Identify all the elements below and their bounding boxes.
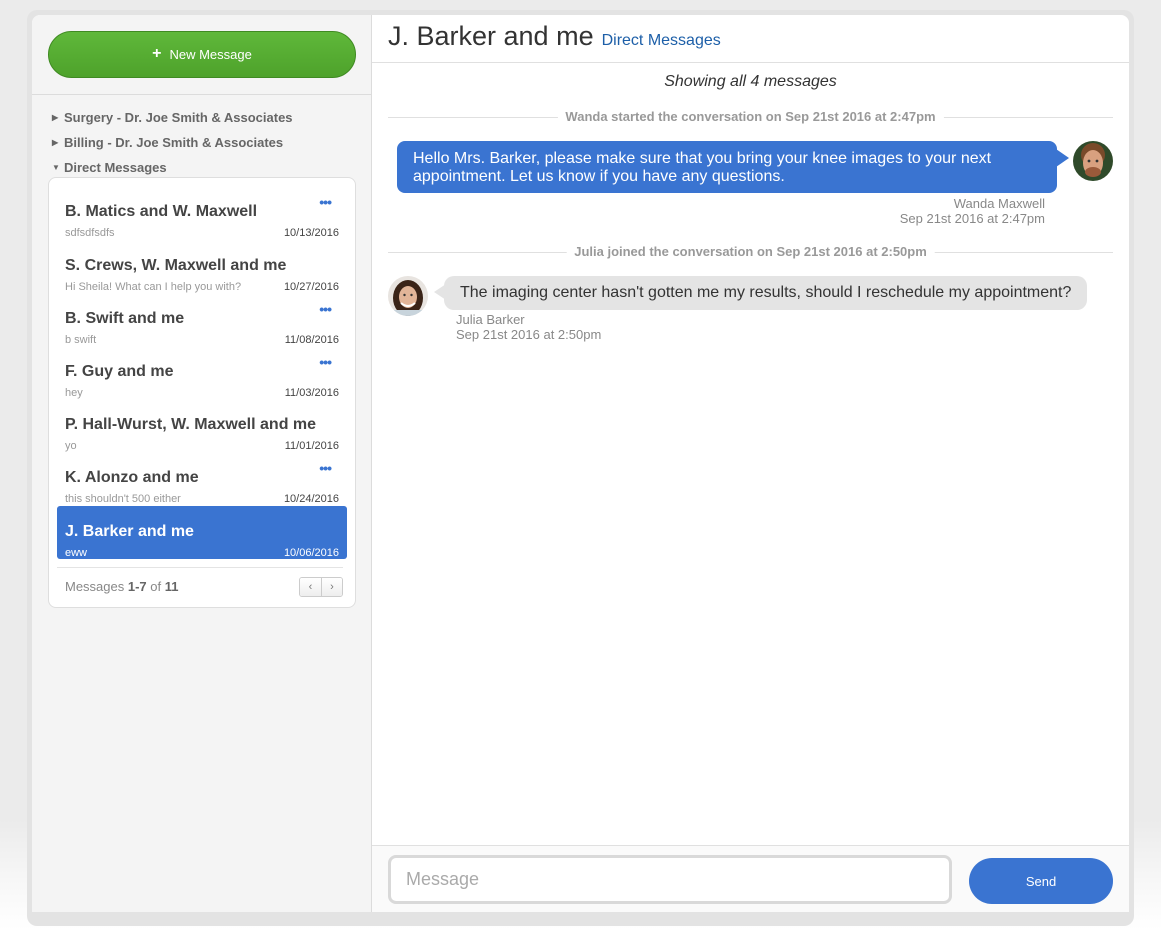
pager-range: 1-7: [127, 579, 147, 594]
caret-down-icon: ▼: [52, 163, 60, 172]
caret-right-icon: ▶: [52, 138, 59, 147]
message-count: Showing all 4 messages: [664, 73, 837, 90]
message-time: Sep 21st 2016 at 2:47pm: [899, 211, 1045, 226]
conversation-date: 11/08/2016: [284, 334, 339, 346]
conversation-name: K. Alonzo and me: [65, 469, 199, 486]
conversation-name: F. Guy and me: [65, 363, 174, 380]
conversation-name: B. Swift and me: [65, 310, 185, 327]
pager-divider: [57, 567, 343, 568]
folder-label: Direct Messages: [64, 160, 167, 175]
system-event: Julia joined the conversation on Sep 21s…: [388, 244, 1113, 260]
new-message-label: New Message: [169, 47, 252, 62]
avatar-julia: [388, 276, 428, 316]
page-title: J. Barker and me: [388, 21, 594, 51]
pager-total: 11: [164, 579, 179, 594]
conversation-view: J. Barker and me Direct Messages Showing…: [372, 15, 1129, 912]
new-message-button[interactable]: + New Message: [48, 31, 356, 78]
folder-label: Surgery - Dr. Joe Smith & Associates: [64, 110, 293, 125]
system-event-text: Wanda started the conversation on Sep 21…: [557, 109, 944, 124]
folder-list: ▶ Surgery - Dr. Joe Smith & Associates ▶…: [52, 105, 293, 180]
conversation-preview: yo: [65, 440, 77, 452]
conversation-preview: hey: [65, 387, 83, 399]
folder-billing[interactable]: ▶ Billing - Dr. Joe Smith & Associates: [52, 130, 293, 155]
more-options-icon[interactable]: •••: [319, 302, 332, 316]
message-author: Julia Barker: [456, 312, 525, 327]
conversation-item-selected[interactable]: J. Barker and me eww 10/06/2016: [57, 506, 347, 559]
folder-surgery[interactable]: ▶ Surgery - Dr. Joe Smith & Associates: [52, 105, 293, 130]
next-page-button[interactable]: ›: [321, 578, 342, 596]
conversation-header: J. Barker and me Direct Messages: [372, 15, 1129, 63]
pager-buttons: ‹ ›: [299, 577, 343, 597]
message-input[interactable]: [388, 855, 952, 904]
conversation-name: B. Matics and W. Maxwell: [65, 203, 258, 220]
conversation-date: 10/06/2016: [283, 547, 339, 559]
folder-label: Billing - Dr. Joe Smith & Associates: [64, 135, 284, 150]
conversation-preview: eww: [65, 547, 88, 559]
conversation-item[interactable]: S. Crews, W. Maxwell and me Hi Sheila! W…: [57, 240, 347, 293]
pager-summary: Messages 1-7 of 11: [65, 579, 179, 594]
conversation-date: 10/13/2016: [283, 227, 339, 239]
message-time: Sep 21st 2016 at 2:50pm: [456, 327, 602, 342]
caret-right-icon: ▶: [52, 113, 59, 122]
conversation-item[interactable]: B. Matics and W. Maxwell ••• sdfsdfsdfs …: [57, 186, 347, 239]
incoming-message-meta: Julia Barker Sep 21st 2016 at 2:50pm: [456, 312, 601, 342]
prev-page-button[interactable]: ‹: [300, 578, 321, 596]
system-event-text: Julia joined the conversation on Sep 21s…: [566, 244, 935, 259]
folder-breadcrumb-link[interactable]: Direct Messages: [602, 32, 721, 50]
message-author: Wanda Maxwell: [953, 196, 1045, 211]
sidebar-divider: [32, 94, 372, 95]
send-button[interactable]: Send: [969, 858, 1113, 904]
conversation-name: J. Barker and me: [65, 523, 194, 540]
system-event: Wanda started the conversation on Sep 21…: [388, 109, 1113, 125]
avatar-wanda: [1073, 141, 1113, 181]
conversation-date: 10/27/2016: [283, 281, 339, 293]
conversation-preview: sdfsdfsdfs: [65, 227, 115, 239]
incoming-message-bubble: The imaging center hasn't gotten me my r…: [433, 276, 1088, 310]
conversation-item[interactable]: P. Hall-Wurst, W. Maxwell and me yo 11/0…: [57, 399, 347, 452]
conversation-date: 11/03/2016: [284, 387, 339, 399]
conversation-list: B. Matics and W. Maxwell ••• sdfsdfsdfs …: [48, 177, 356, 608]
plus-icon: +: [152, 44, 162, 62]
conversation-item[interactable]: F. Guy and me ••• hey 11/03/2016: [57, 346, 347, 399]
conversation-preview: b swift: [65, 334, 97, 346]
conversation-date: 11/01/2016: [284, 440, 339, 452]
conversation-preview: this shouldn't 500 either: [65, 493, 181, 505]
sidebar: + New Message ▶ Surgery - Dr. Joe Smith …: [32, 15, 372, 912]
conversation-item[interactable]: K. Alonzo and me ••• this shouldn't 500 …: [57, 452, 347, 505]
conversation-preview: Hi Sheila! What can I help you with?: [65, 281, 242, 293]
message-composer: Send: [372, 845, 1129, 912]
pager-of: of: [146, 579, 165, 594]
pager-prefix: Messages: [65, 579, 128, 594]
conversation-date: 10/24/2016: [283, 493, 339, 505]
more-options-icon[interactable]: •••: [319, 461, 332, 475]
more-options-icon[interactable]: •••: [319, 355, 332, 369]
more-options-icon[interactable]: •••: [319, 195, 332, 209]
outgoing-message-bubble: Hello Mrs. Barker, please make sure that…: [397, 141, 1069, 193]
outgoing-message-meta: Wanda Maxwell Sep 21st 2016 at 2:47pm: [900, 196, 1045, 226]
conversation-name: P. Hall-Wurst, W. Maxwell and me: [65, 416, 317, 433]
conversation-item[interactable]: B. Swift and me ••• b swift 11/08/2016: [57, 293, 347, 346]
messaging-app: + New Message ▶ Surgery - Dr. Joe Smith …: [32, 15, 1129, 912]
conversation-name: S. Crews, W. Maxwell and me: [65, 257, 287, 274]
